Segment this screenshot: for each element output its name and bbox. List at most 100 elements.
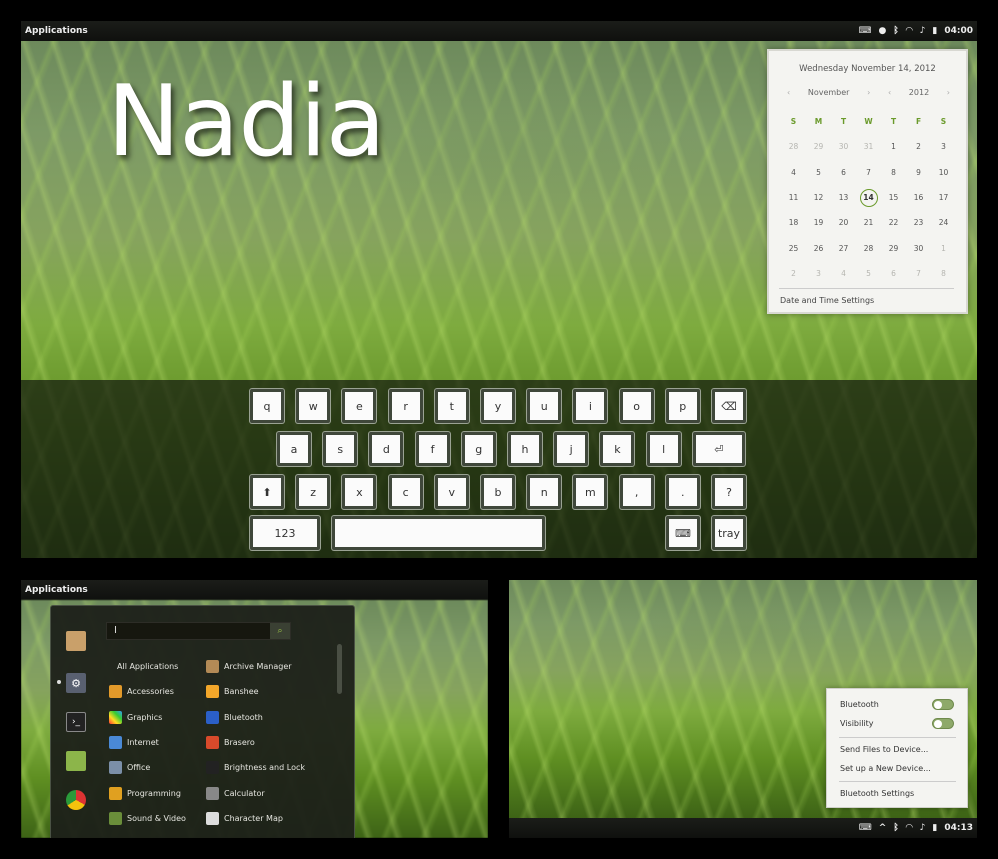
app-item[interactable]: Character Map bbox=[206, 806, 336, 831]
hide-keyboard-icon[interactable]: ⌨ bbox=[666, 516, 700, 550]
key-m[interactable]: m bbox=[573, 475, 608, 509]
key-a[interactable]: a bbox=[277, 432, 311, 466]
calendar-day[interactable]: 29 bbox=[806, 134, 831, 159]
prev-month-arrow-icon[interactable]: ‹ bbox=[787, 88, 790, 97]
calendar-day[interactable]: 28 bbox=[856, 235, 881, 260]
category-item[interactable]: Sound & Video bbox=[109, 806, 204, 831]
key-t[interactable]: t bbox=[434, 389, 469, 423]
calendar-day[interactable]: 14 bbox=[856, 185, 881, 210]
key-y[interactable]: y bbox=[481, 389, 515, 423]
key-d[interactable]: d bbox=[369, 432, 404, 466]
app-item[interactable]: Calculator bbox=[206, 780, 336, 805]
key-comma[interactable]: , bbox=[619, 475, 654, 509]
calendar-day[interactable]: 26 bbox=[806, 235, 831, 260]
calendar-day[interactable]: 31 bbox=[856, 134, 881, 159]
calendar-day[interactable]: 3 bbox=[931, 134, 956, 159]
calendar-day[interactable]: 7 bbox=[906, 261, 931, 286]
key-v[interactable]: v bbox=[434, 475, 469, 509]
key-e[interactable]: e bbox=[342, 389, 377, 423]
app-item[interactable]: Banshee bbox=[206, 679, 336, 704]
key-o[interactable]: o bbox=[619, 389, 654, 423]
applications-menu-button-2[interactable]: Applications bbox=[25, 585, 484, 595]
calendar-day[interactable]: 16 bbox=[906, 185, 931, 210]
send-files-item[interactable]: Send Files to Device... bbox=[840, 745, 928, 754]
calendar-day[interactable]: 17 bbox=[931, 185, 956, 210]
key-i[interactable]: i bbox=[573, 389, 608, 423]
shift-key[interactable]: ⬆ bbox=[250, 475, 284, 509]
backspace-key[interactable]: ⌫ bbox=[712, 389, 746, 423]
system-settings-icon[interactable]: ⚙ bbox=[66, 673, 86, 693]
calendar-day[interactable]: 27 bbox=[831, 235, 856, 260]
category-item[interactable]: Internet bbox=[109, 730, 204, 755]
calendar-day[interactable]: 18 bbox=[781, 210, 806, 235]
bluetooth-icon[interactable]: ᛒ bbox=[893, 823, 898, 833]
key-c[interactable]: c bbox=[388, 475, 423, 509]
key-period[interactable]: . bbox=[665, 475, 700, 509]
key-j[interactable]: j bbox=[554, 432, 589, 466]
package-icon[interactable] bbox=[66, 631, 86, 651]
numbers-key[interactable]: 123 bbox=[250, 516, 320, 550]
calendar-day[interactable]: 24 bbox=[931, 210, 956, 235]
key-q[interactable]: q bbox=[250, 389, 284, 423]
calendar-day[interactable]: 30 bbox=[831, 134, 856, 159]
calendar-day[interactable]: 2 bbox=[906, 134, 931, 159]
terminal-icon[interactable]: ›_ bbox=[66, 712, 86, 732]
calendar-day[interactable]: 29 bbox=[881, 235, 906, 260]
wifi-icon[interactable]: ◠ bbox=[906, 823, 913, 833]
calendar-day[interactable]: 6 bbox=[881, 261, 906, 286]
key-b[interactable]: b bbox=[481, 475, 515, 509]
next-month-arrow-icon[interactable]: › bbox=[867, 88, 870, 97]
search-icon[interactable]: ⌕ bbox=[270, 623, 290, 639]
app-item[interactable]: Bluetooth bbox=[206, 705, 336, 730]
next-year-arrow-icon[interactable]: › bbox=[947, 88, 950, 97]
chrome-icon[interactable] bbox=[66, 790, 86, 810]
battery-icon[interactable]: ▮ bbox=[932, 823, 937, 833]
calendar-day[interactable]: 9 bbox=[906, 160, 931, 185]
date-time-settings-link[interactable]: Date and Time Settings bbox=[780, 296, 966, 305]
bluetooth-settings-item[interactable]: Bluetooth Settings bbox=[840, 789, 914, 798]
enter-key[interactable]: ⏎ bbox=[692, 432, 745, 466]
keyboard-icon[interactable]: ⌨ bbox=[859, 823, 872, 833]
app-item[interactable]: Brasero bbox=[206, 730, 336, 755]
arrow-up-icon[interactable]: ^ bbox=[879, 823, 887, 833]
calendar-day[interactable]: 11 bbox=[781, 185, 806, 210]
key-s[interactable]: s bbox=[323, 432, 358, 466]
calendar-day[interactable]: 1 bbox=[931, 235, 956, 260]
category-item[interactable]: Programming bbox=[109, 780, 204, 805]
key-n[interactable]: n bbox=[527, 475, 562, 509]
search-input[interactable]: I bbox=[106, 622, 291, 640]
space-key[interactable] bbox=[332, 516, 545, 550]
calendar-day[interactable]: 25 bbox=[781, 235, 806, 260]
calendar-day[interactable]: 3 bbox=[806, 261, 831, 286]
calendar-day[interactable]: 6 bbox=[831, 160, 856, 185]
key-f[interactable]: f bbox=[415, 432, 450, 466]
key-h[interactable]: h bbox=[508, 432, 542, 466]
key-p[interactable]: p bbox=[665, 389, 700, 423]
calendar-day[interactable]: 5 bbox=[806, 160, 831, 185]
calendar-day[interactable]: 15 bbox=[881, 185, 906, 210]
calendar-day[interactable]: 8 bbox=[881, 160, 906, 185]
calendar-day[interactable]: 22 bbox=[881, 210, 906, 235]
calendar-day[interactable]: 4 bbox=[781, 160, 806, 185]
key-g[interactable]: g bbox=[461, 432, 496, 466]
calendar-day[interactable]: 20 bbox=[831, 210, 856, 235]
calendar-day[interactable]: 2 bbox=[781, 261, 806, 286]
key-z[interactable]: z bbox=[296, 475, 331, 509]
calendar-day[interactable]: 10 bbox=[931, 160, 956, 185]
files-folder-icon[interactable] bbox=[66, 751, 86, 771]
key-x[interactable]: x bbox=[342, 475, 377, 509]
calendar-day[interactable]: 28 bbox=[781, 134, 806, 159]
setup-device-item[interactable]: Set up a New Device... bbox=[840, 764, 931, 773]
calendar-day[interactable]: 5 bbox=[856, 261, 881, 286]
volume-icon[interactable]: ♪ bbox=[920, 823, 926, 833]
key-r[interactable]: r bbox=[388, 389, 423, 423]
calendar-day[interactable]: 7 bbox=[856, 160, 881, 185]
key-l[interactable]: l bbox=[646, 432, 681, 466]
calendar-day[interactable]: 8 bbox=[931, 261, 956, 286]
calendar-day[interactable]: 4 bbox=[831, 261, 856, 286]
key-u[interactable]: u bbox=[527, 389, 562, 423]
calendar-day[interactable]: 19 bbox=[806, 210, 831, 235]
calendar-day[interactable]: 23 bbox=[906, 210, 931, 235]
battery-icon[interactable]: ▮ bbox=[932, 26, 937, 36]
tray-key[interactable]: tray bbox=[712, 516, 746, 550]
